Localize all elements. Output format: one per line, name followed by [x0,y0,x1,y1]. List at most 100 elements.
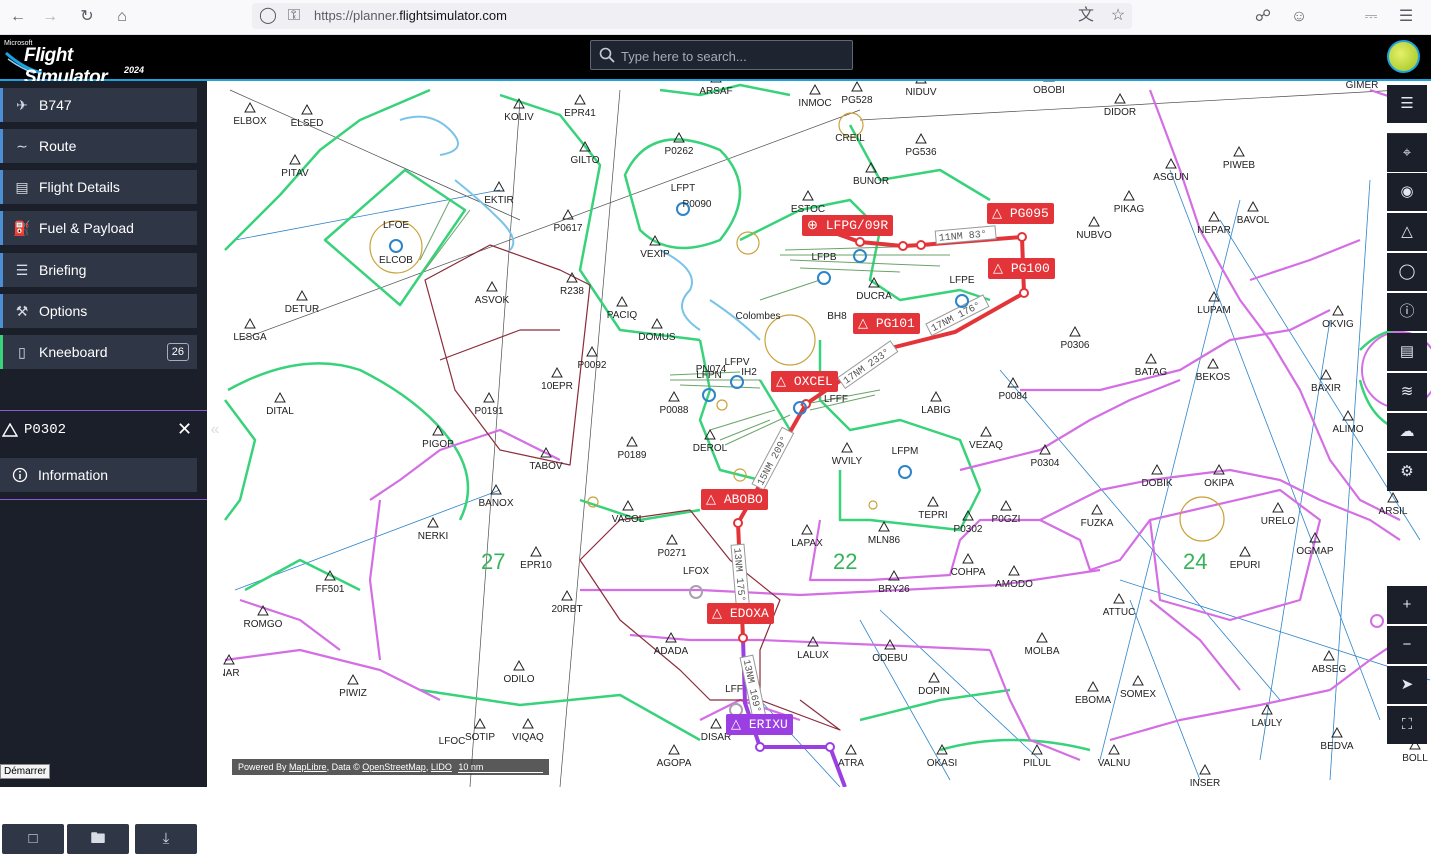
waypoint-filter-button[interactable]: △ [1387,213,1427,251]
waypoint-triangle[interactable] [1199,763,1211,775]
translate-icon[interactable]: 文 [1074,4,1098,28]
waypoint-triangle[interactable] [296,289,308,301]
waypoint-triangle[interactable] [1261,703,1273,715]
waypoint-triangle[interactable] [1320,368,1332,380]
waypoint-triangle[interactable] [930,390,942,402]
waypoint-triangle[interactable] [522,717,534,729]
search-box[interactable] [590,40,853,70]
waypoint-triangle[interactable] [347,673,359,685]
waypoint-triangle[interactable] [1091,503,1103,515]
waypoint-triangle[interactable] [1332,304,1344,316]
zoom-out-button[interactable]: − [1387,626,1427,664]
waypoint-triangle[interactable] [962,552,974,564]
waypoint-triangle[interactable] [927,495,939,507]
waypoint-triangle[interactable] [666,533,678,545]
waypoint-triangle[interactable] [244,317,256,329]
waypoint-triangle[interactable] [1069,325,1081,337]
waypoint-triangle[interactable] [1145,352,1157,364]
waypoint-triangle[interactable] [1031,743,1043,755]
waypoint-triangle[interactable] [626,435,638,447]
waypoint-triangle[interactable] [915,81,927,84]
lido-link[interactable]: LIDO [431,762,452,772]
waypoint-triangle[interactable] [845,743,857,755]
close-icon[interactable]: ✕ [177,419,192,440]
waypoint-triangle[interactable] [616,295,628,307]
waypoint-triangle[interactable] [622,499,634,511]
forward-icon[interactable]: → [38,5,62,29]
app-logo[interactable]: Microsoft Flight Simulator 2024 [4,39,154,88]
url-bar[interactable]: ◯ ⚿ https://planner.flightsimulator.com … [252,3,1132,29]
waypoint-triangle[interactable] [574,93,586,105]
route-waypoint-oxcel[interactable]: △ OXCEL [771,371,838,392]
waypoint-triangle[interactable] [530,545,542,557]
collapse-sidebar-icon[interactable]: « [207,421,223,445]
vor-filter-button[interactable]: ◯ [1387,253,1427,291]
sidebar-item-options[interactable]: ⚒ Options [0,294,197,328]
waypoint-triangle[interactable] [809,83,821,95]
waypoint-triangle[interactable] [1247,200,1259,212]
route-waypoint-pg100[interactable]: △ PG100 [988,258,1055,279]
waypoint-triangle[interactable] [710,717,722,729]
star-icon[interactable]: ☆ [1106,4,1130,28]
waypoint-triangle[interactable] [1036,631,1048,643]
osm-link[interactable]: OpenStreetMap [362,762,426,772]
waypoint-triangle[interactable] [1000,499,1012,511]
waypoint-triangle[interactable] [1114,92,1126,104]
locate-button[interactable]: ➤ [1387,666,1427,704]
sidebar-item-kneeboard[interactable]: ▯ Kneeboard 26 [0,335,197,369]
waypoint-triangle[interactable] [289,153,301,165]
ruler-button[interactable]: ▤ [1387,333,1427,371]
waypoint-triangle[interactable] [562,208,574,220]
waypoint-triangle[interactable] [1208,210,1220,222]
waypoint-triangle[interactable] [801,523,813,535]
waypoint-triangle[interactable] [493,180,505,192]
route-waypoint-edoxa[interactable]: △ EDOXA [707,603,774,624]
waypoint-triangle[interactable] [274,391,286,403]
waypoint-triangle[interactable] [1123,189,1135,201]
extensions-icon[interactable]: ⎓ [1359,5,1383,29]
back-icon[interactable]: ← [6,5,30,29]
account-icon[interactable]: ☺ [1287,5,1311,29]
waypoint-triangle[interactable] [1087,680,1099,692]
waypoint-triangle[interactable] [1008,564,1020,576]
user-avatar[interactable] [1387,40,1420,73]
wind-button[interactable]: ≋ [1387,373,1427,411]
layers-button[interactable]: ☰ [1387,85,1427,123]
waypoint-triangle[interactable] [1323,649,1335,661]
map-view[interactable]: 11NM 83° 17NM 176° 17NM 233° 15NM 209° 1… [223,81,1431,787]
sidebar-item-route[interactable]: ∼ Route [0,129,197,163]
waypoint-triangle[interactable] [586,345,598,357]
route-waypoint-abobo[interactable]: △ ABOBO [701,489,768,510]
pocket-icon[interactable]: ☍ [1251,5,1275,29]
waypoint-triangle[interactable] [651,317,663,329]
menu-icon[interactable]: ☰ [1394,5,1418,29]
settings-button[interactable]: ⚙ [1387,453,1427,491]
waypoint-triangle[interactable] [551,366,563,378]
search-input[interactable] [619,46,848,66]
download-button[interactable]: ⤓ [135,824,197,854]
sidebar-item-briefing[interactable]: ☰ Briefing [0,253,197,287]
reload-icon[interactable]: ↻ [75,5,99,29]
waypoint-triangle[interactable] [1132,674,1144,686]
map-canvas[interactable]: 11NM 83° 17NM 176° 17NM 233° 15NM 209° 1… [223,81,1431,787]
info-filter-button[interactable]: ⓘ [1387,293,1427,331]
waypoint-triangle[interactable] [1207,357,1219,369]
waypoint-triangle[interactable] [301,103,313,115]
waypoint-triangle[interactable] [878,520,890,532]
sidebar-item-flight-details[interactable]: ▤ Flight Details [0,170,197,204]
waypoint-triangle[interactable] [561,589,573,601]
waypoint-triangle[interactable] [427,516,439,528]
waypoint-triangle[interactable] [710,81,722,83]
target-button[interactable]: ◉ [1387,173,1427,211]
maplibre-link[interactable]: MapLibre [289,762,327,772]
weather-button[interactable]: ☁ [1387,413,1427,451]
waypoint-triangle[interactable] [1165,157,1177,169]
waypoint-triangle[interactable] [928,671,940,683]
route-waypoint-pg101[interactable]: △ PG101 [853,313,920,334]
sidebar-item-aircraft[interactable]: ✈ B747 [0,88,197,122]
waypoint-triangle[interactable] [1151,463,1163,475]
waypoint-triangle[interactable] [841,441,853,453]
route-waypoint-pg095[interactable]: △ PG095 [987,203,1054,224]
waypoint-triangle[interactable] [1108,743,1120,755]
waypoint-triangle[interactable] [1239,545,1251,557]
